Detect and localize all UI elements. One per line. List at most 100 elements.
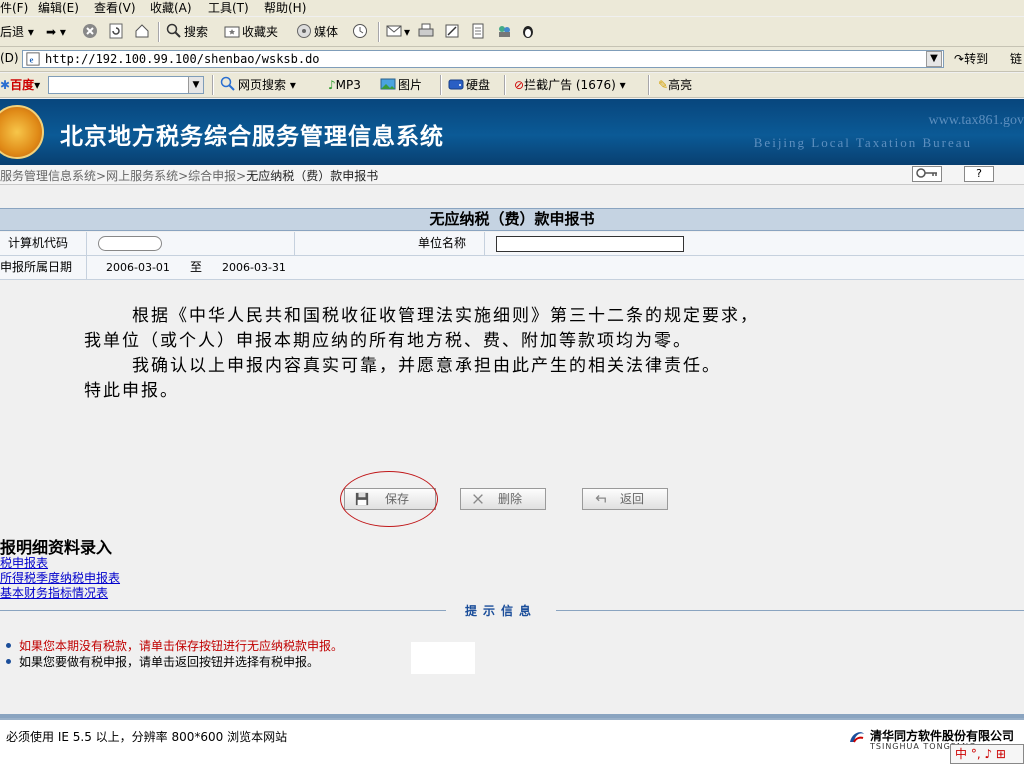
breadcrumb-item[interactable]: 服务管理信息系统 [0,169,96,183]
system-title: 北京地方税务综合服务管理信息系统 [60,124,444,150]
web-search-button[interactable]: 网页搜索 ▾ [220,76,296,94]
media-button[interactable]: 媒体 [296,23,338,41]
chevron-down-icon: ▾ [27,25,34,39]
discuss-button[interactable] [470,23,488,41]
statement-line: 我确认以上申报内容真实可靠，并愿意承担由此产生的相关法律责任。 [132,356,721,376]
declaration-statement: 根据《中华人民共和国税收征收管理法实施细则》第三十二条的规定要求， 我单位（或个… [0,304,1024,404]
tongfang-logo [850,732,864,743]
statement-line: 我单位（或个人）申报本期应纳的所有地方税、费、附加等款项均为零。 [84,331,692,351]
tip-item: 如果您要做有税申报，请单击返回按钮并选择有税申报。 [6,654,319,670]
breadcrumb-item[interactable]: 综合申报 [188,169,236,183]
menu-favorites[interactable]: 收藏(A) [150,0,192,16]
search-icon [166,23,181,38]
breadcrumb-bar: 服务管理信息系统>网上服务系统>综合申报>无应纳税（费）款申报书 ? [0,165,1024,185]
mail-icon [386,25,402,37]
search-input[interactable]: ▼ [48,76,204,94]
toolbar-separator [378,22,380,42]
period-label: 申报所属日期 [0,260,73,274]
paw-icon: ✱ [0,78,11,92]
detail-link[interactable]: 税申报表 [0,556,48,570]
ie-page-icon: e [26,52,40,66]
address-input[interactable]: e http://192.100.99.100/shenbao/wsksb.do [22,50,944,68]
block-ads-button[interactable]: ⊘拦截广告 (1676) ▾ [514,76,626,94]
search-toolbar: ✱百度▾ ▼ 网页搜索 ▾ ♪MP3 图片 硬盘 ⊘拦截广告 (1676) ▾ … [0,73,1024,98]
menu-view[interactable]: 查看(V) [94,0,136,16]
image-button[interactable]: 图片 [380,76,422,94]
help-button[interactable]: ? [964,166,994,182]
mail-button[interactable]: ▾ [386,23,410,41]
media-icon [297,24,311,38]
main-content: 无应纳税（费）款申报书 计算机代码 单位名称 申报所属日期 2006-03-01… [0,186,1024,718]
go-arrow-icon: ↷ [954,52,965,66]
menu-file[interactable]: 件(F) [0,0,28,16]
site-url: www.tax861.gov [928,113,1024,128]
favorites-button[interactable]: 收藏夹 [224,23,278,41]
delete-button[interactable]: 删除 [460,488,546,510]
baidu-logo[interactable]: ✱百度▾ [0,76,40,94]
menu-bar: 件(F) 编辑(E) 查看(V) 收藏(A) 工具(T) 帮助(H) [0,0,1024,16]
refresh-button[interactable] [108,23,126,41]
breadcrumb: 服务管理信息系统>网上服务系统>综合申报>无应纳税（费）款申报书 [0,169,379,183]
menu-edit[interactable]: 编辑(E) [38,0,79,16]
blank-box [411,642,475,674]
menu-help[interactable]: 帮助(H) [264,0,306,16]
search-icon [220,76,235,91]
svg-text:e: e [30,55,34,65]
stop-button[interactable] [82,23,100,41]
toolbar-separator [212,75,214,95]
tax-bureau-logo [0,105,44,159]
site-english-name: Beijing Local Taxation Bureau [753,135,972,150]
statement-line: 根据《中华人民共和国税收征收管理法实施细则》第三十二条的规定要求， [132,306,759,326]
back-button[interactable]: 返回 [582,488,668,510]
key-icon [916,168,937,178]
detail-link[interactable]: 所得税季度纳税申报表 [0,571,120,585]
bullet-icon [6,643,11,648]
forward-button[interactable]: ➡ ▾ [46,23,66,41]
qq-button[interactable] [520,23,538,41]
search-button[interactable]: 搜索 [166,23,208,41]
messenger-icon [499,26,510,37]
breadcrumb-item[interactable]: 网上服务系统 [106,169,178,183]
messenger-button[interactable] [496,23,514,41]
penguin-icon [523,26,533,38]
mp3-button[interactable]: ♪MP3 [328,76,361,94]
chevron-down-icon: ▾ [289,78,296,92]
highlighter-icon: ✎ [658,78,669,92]
chevron-down-icon: ▾ [34,78,41,92]
back-button[interactable]: 后退 ▾ [0,23,34,41]
links-label[interactable]: 链 [1010,50,1022,68]
period-to: 至 [190,260,203,274]
go-button[interactable]: ↷转到 [954,50,988,68]
forward-arrow-icon: ➡ ▾ [46,25,66,39]
key-button[interactable] [912,166,942,182]
address-dropdown-button[interactable]: ▼ [926,51,942,67]
menu-tools[interactable]: 工具(T) [208,0,249,16]
address-bar: (D) e http://192.100.99.100/shenbao/wsks… [0,47,1024,72]
refresh-icon [109,23,123,39]
table-divider [294,232,295,255]
question-icon: ? [976,167,982,180]
edit-button[interactable] [444,23,462,41]
computer-code-field[interactable] [98,236,162,251]
toolbar-separator [648,75,650,95]
toolbar-separator [440,75,442,95]
ime-status-bar[interactable]: 中 °, ♪ ⊞ [950,744,1024,764]
disk-button[interactable]: 硬盘 [448,76,490,94]
home-button[interactable] [134,23,152,41]
history-button[interactable] [352,23,370,41]
print-icon [418,23,434,37]
computer-code-label: 计算机代码 [8,236,69,250]
print-button[interactable] [418,23,436,41]
statement-line: 特此申报。 [84,381,179,401]
highlight-button[interactable]: ✎高亮 [658,76,692,94]
table-divider [86,256,87,279]
period-end: 2006-03-31 [222,261,286,274]
home-icon [135,24,149,38]
tips-title: 提示信息 [446,602,556,619]
form-row-period: 申报所属日期 2006-03-01 至 2006-03-31 [0,256,1024,280]
unit-name-field[interactable] [496,236,684,252]
breadcrumb-current: 无应纳税（费）款申报书 [246,169,379,183]
site-footer: 必须使用 IE 5.5 以上，分辨率 800*600 浏览本网站 清华同方软件股… [0,718,1024,768]
detail-link[interactable]: 基本财务指标情况表 [0,586,108,600]
search-dropdown-button[interactable]: ▼ [188,77,203,93]
